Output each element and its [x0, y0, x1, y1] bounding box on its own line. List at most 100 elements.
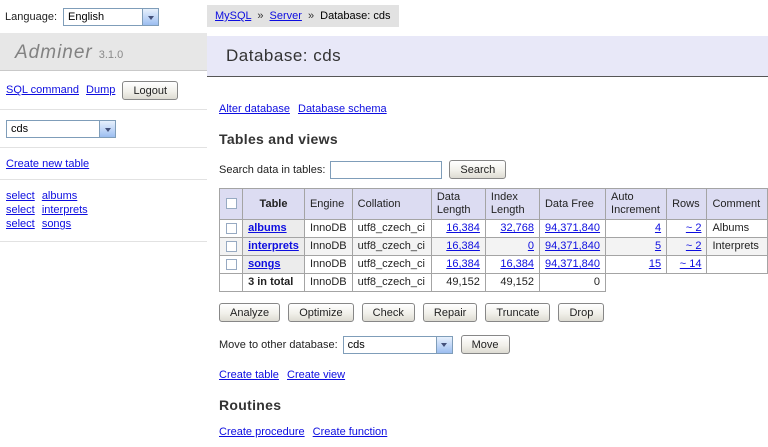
table-link-albums[interactable]: albums: [248, 222, 287, 234]
data-length-link[interactable]: 16,384: [446, 222, 480, 234]
auto-increment-cell: 5: [606, 238, 667, 256]
adminer-brand: Adminer: [15, 42, 93, 64]
data-free-link[interactable]: 94,371,840: [545, 222, 600, 234]
database-schema-link[interactable]: Database schema: [298, 103, 387, 115]
table-link-interprets[interactable]: interprets: [248, 240, 299, 252]
comment-cell: Albums: [707, 220, 768, 238]
table-link-songs[interactable]: songs: [248, 258, 280, 270]
auto-increment-cell: 15: [606, 256, 667, 274]
data-length-cell: 16,384: [431, 220, 485, 238]
data-length-link[interactable]: 16,384: [446, 240, 480, 252]
sidebar-create-table-block: Create new table: [0, 148, 207, 180]
auto-increment-link[interactable]: 5: [655, 240, 661, 252]
total-engine-cell: InnoDB: [304, 274, 352, 292]
row-checkbox[interactable]: [226, 223, 237, 234]
row-checkbox[interactable]: [226, 241, 237, 252]
index-length-link[interactable]: 32,768: [500, 222, 534, 234]
select-all-cell: [220, 189, 243, 220]
alter-database-link[interactable]: Alter database: [219, 103, 290, 115]
data-free-link[interactable]: 94,371,840: [545, 240, 600, 252]
drop-button[interactable]: Drop: [558, 303, 604, 322]
data-free-link[interactable]: 94,371,840: [545, 258, 600, 270]
header-collation: Collation: [352, 189, 431, 220]
rows-count-link[interactable]: ~ 14: [680, 258, 702, 270]
data-free-cell: 94,371,840: [539, 238, 605, 256]
search-button[interactable]: Search: [449, 160, 506, 179]
tables-heading: Tables and views: [219, 131, 768, 147]
language-row: Language: English: [0, 0, 207, 33]
search-input[interactable]: [330, 161, 442, 179]
select-interprets-link[interactable]: select: [6, 204, 35, 216]
header-data-length: Data Length: [431, 189, 485, 220]
data-length-link[interactable]: 16,384: [446, 258, 480, 270]
table-header-row: Table Engine Collation Data Length Index…: [220, 189, 768, 220]
create-procedure-link[interactable]: Create procedure: [219, 426, 305, 438]
create-view-link[interactable]: Create view: [287, 369, 345, 381]
breadcrumb-mysql-link[interactable]: MySQL: [215, 10, 251, 22]
data-free-cell: 94,371,840: [539, 220, 605, 238]
header-table: Table: [243, 189, 305, 220]
optimize-button[interactable]: Optimize: [288, 303, 353, 322]
select-songs-link[interactable]: select: [6, 218, 35, 230]
row-checkbox-cell: [220, 238, 243, 256]
albums-table-link[interactable]: albums: [42, 190, 77, 202]
logout-button[interactable]: Logout: [122, 81, 178, 100]
routines-heading: Routines: [219, 397, 768, 413]
database-select-value: cds: [7, 121, 32, 137]
adminer-version: 3.1.0: [99, 49, 123, 61]
header-engine: Engine: [304, 189, 352, 220]
table-total-row: 3 in total InnoDB utf8_czech_ci 49,152 4…: [220, 274, 768, 292]
truncate-button[interactable]: Truncate: [485, 303, 550, 322]
rows-count-link[interactable]: ~ 2: [686, 222, 702, 234]
dropdown-arrow-icon: [99, 121, 115, 137]
engine-cell: InnoDB: [304, 220, 352, 238]
create-new-table-link[interactable]: Create new table: [6, 158, 89, 170]
data-free-cell: 94,371,840: [539, 256, 605, 274]
sidebar-db-select-block: cds: [0, 110, 207, 148]
db-action-links: Alter database Database schema: [219, 103, 768, 115]
interprets-table-link[interactable]: interprets: [42, 204, 88, 216]
auto-increment-link[interactable]: 15: [649, 258, 661, 270]
create-function-link[interactable]: Create function: [313, 426, 388, 438]
move-database-select[interactable]: cds: [343, 336, 453, 354]
engine-cell: InnoDB: [304, 256, 352, 274]
total-index-length-cell: 49,152: [485, 274, 539, 292]
move-label: Move to other database:: [219, 339, 338, 351]
rows-cell: ~ 14: [667, 256, 707, 274]
move-row: Move to other database: cds Move: [219, 335, 768, 354]
sidebar: Language: English Adminer 3.1.0 SQL comm…: [0, 0, 207, 447]
header-index-length: Index Length: [485, 189, 539, 220]
table-row: albums InnoDB utf8_czech_ci 16,384 32,76…: [220, 220, 768, 238]
list-item: select songs: [6, 218, 207, 230]
rows-count-link[interactable]: ~ 2: [686, 240, 702, 252]
repair-button[interactable]: Repair: [423, 303, 477, 322]
songs-table-link[interactable]: songs: [42, 218, 71, 230]
language-select[interactable]: English: [63, 8, 159, 26]
select-albums-link[interactable]: select: [6, 190, 35, 202]
move-button[interactable]: Move: [461, 335, 510, 354]
breadcrumb-current: Database: cds: [320, 10, 390, 22]
breadcrumb: MySQL » Server » Database: cds: [207, 5, 399, 27]
index-length-link[interactable]: 0: [528, 240, 534, 252]
total-data-length-cell: 49,152: [431, 274, 485, 292]
total-collation-cell: utf8_czech_ci: [352, 274, 431, 292]
page-title: Database: cds: [207, 36, 768, 77]
create-table-link[interactable]: Create table: [219, 369, 279, 381]
database-select[interactable]: cds: [6, 120, 116, 138]
breadcrumb-server-link[interactable]: Server: [270, 10, 302, 22]
check-button[interactable]: Check: [362, 303, 415, 322]
rows-cell: ~ 2: [667, 220, 707, 238]
row-checkbox-cell: [220, 256, 243, 274]
select-all-checkbox[interactable]: [226, 198, 237, 209]
index-length-link[interactable]: 16,384: [500, 258, 534, 270]
auto-increment-link[interactable]: 4: [655, 222, 661, 234]
sql-command-link[interactable]: SQL command: [6, 84, 79, 96]
table-row: songs InnoDB utf8_czech_ci 16,384 16,384…: [220, 256, 768, 274]
collation-cell: utf8_czech_ci: [352, 256, 431, 274]
language-select-value: English: [64, 9, 108, 25]
move-database-select-value: cds: [344, 337, 369, 353]
row-checkbox[interactable]: [226, 259, 237, 270]
adminer-logo: Adminer 3.1.0: [0, 33, 207, 71]
dump-link[interactable]: Dump: [86, 84, 115, 96]
analyze-button[interactable]: Analyze: [219, 303, 280, 322]
